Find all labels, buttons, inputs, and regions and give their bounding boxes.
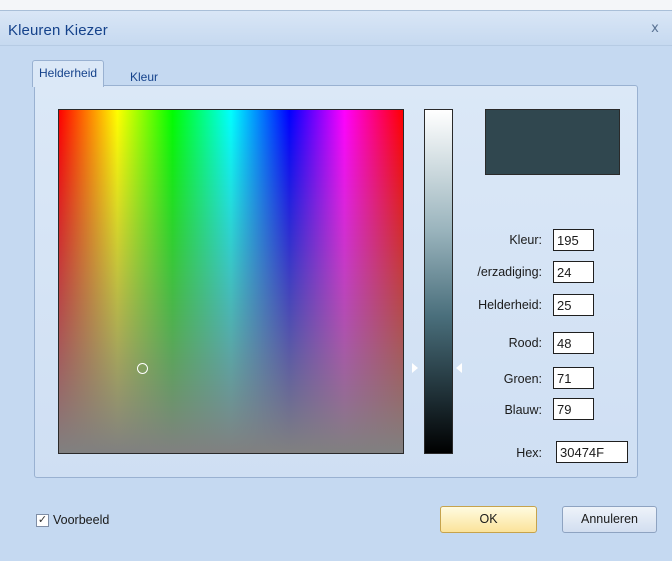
- title-bar: Kleuren Kiezer x: [0, 11, 672, 46]
- hue-input[interactable]: [553, 229, 594, 251]
- ok-button[interactable]: OK: [440, 506, 537, 533]
- cancel-button[interactable]: Annuleren: [562, 506, 657, 533]
- green-input[interactable]: [553, 367, 594, 389]
- green-label: Groen:: [503, 372, 542, 386]
- picker-cursor-handle[interactable]: [136, 363, 148, 375]
- close-icon[interactable]: x: [646, 20, 664, 38]
- red-label: Rood:: [508, 336, 542, 350]
- preview-checkbox[interactable]: ✓: [36, 514, 49, 527]
- brightness-input[interactable]: [553, 294, 594, 316]
- hex-input[interactable]: [556, 441, 628, 463]
- color-preview-swatch: [485, 109, 620, 175]
- blue-label: Blauw:: [504, 403, 542, 417]
- saturation-input[interactable]: [553, 261, 594, 283]
- hue-label: Kleur:: [509, 233, 542, 247]
- tab-helderheid[interactable]: Helderheid: [32, 60, 105, 87]
- hex-label: Hex:: [516, 446, 542, 460]
- blue-input[interactable]: [553, 398, 594, 420]
- slider-left-arrow-icon[interactable]: [412, 362, 418, 373]
- saturation-label: /erzadiging:: [477, 265, 542, 279]
- dialog-title: Kleuren Kiezer: [8, 22, 108, 39]
- preview-checkbox-label: Voorbeeld: [53, 513, 110, 527]
- red-input[interactable]: [553, 332, 594, 354]
- brightness-slider[interactable]: [424, 109, 453, 454]
- hue-saturation-field[interactable]: [58, 109, 404, 454]
- brightness-label: Helderheid:: [478, 298, 542, 312]
